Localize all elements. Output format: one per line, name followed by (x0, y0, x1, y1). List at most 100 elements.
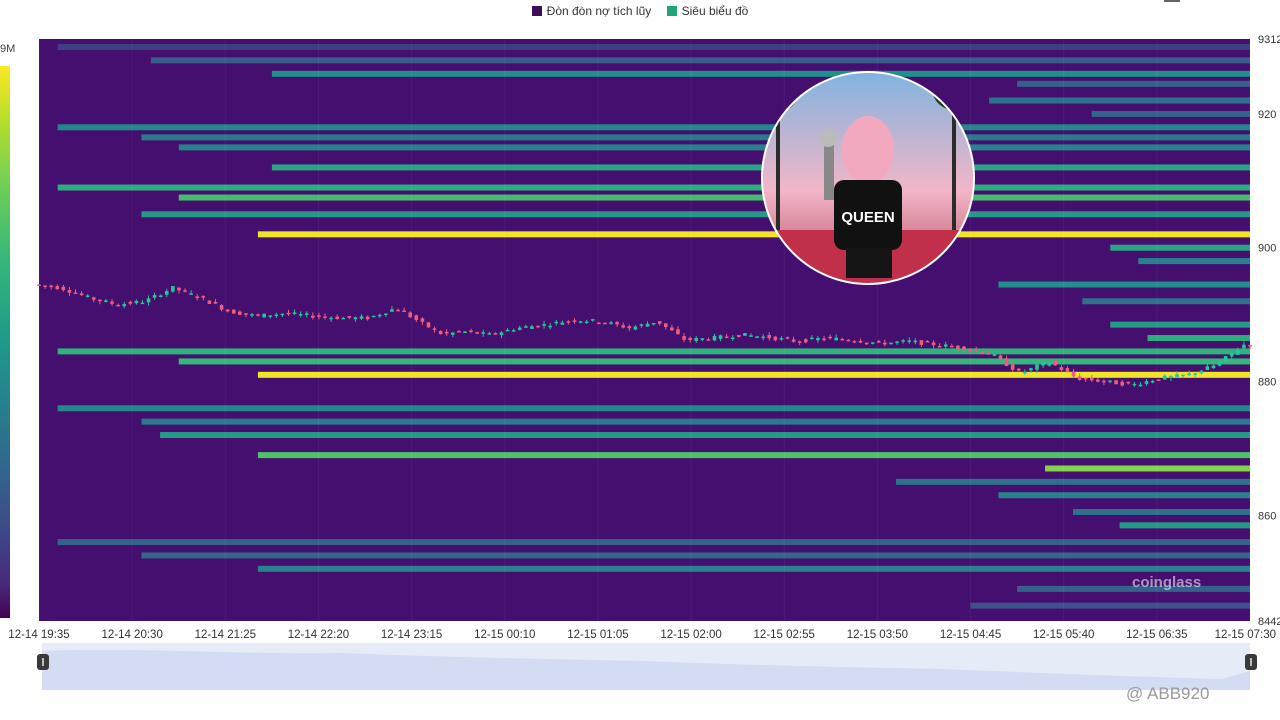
candle-body (353, 317, 358, 320)
legend-item-leverage[interactable]: Đòn đòn nợ tích lũy (531, 4, 652, 18)
liquidation-band (257, 452, 1251, 459)
candle-body (1144, 381, 1149, 384)
candle-body (377, 314, 382, 317)
candle-body (876, 341, 881, 343)
candle-body (104, 300, 108, 302)
candle-body (268, 315, 273, 317)
candle-body (61, 286, 66, 291)
candle-body (773, 336, 778, 341)
candle-body (98, 299, 102, 302)
candle-body (164, 291, 169, 295)
liquidation-band (178, 194, 1251, 201)
legend-label-leverage: Đòn đòn nợ tích lũy (546, 4, 652, 18)
candle-body (901, 340, 905, 342)
liquidation-band (257, 231, 1251, 238)
candle-body (158, 295, 163, 297)
candle-body (1004, 358, 1009, 366)
candle-body (651, 322, 656, 325)
liquidation-band (989, 97, 1250, 104)
candle-body (91, 297, 96, 300)
liquidation-band (1017, 80, 1250, 87)
candle-body (883, 342, 887, 345)
candle-body (627, 326, 632, 329)
candle-body (1156, 379, 1161, 381)
candle-body (511, 330, 516, 332)
candle-body (244, 313, 248, 315)
candle-body (286, 312, 291, 315)
liquidation-band (970, 602, 1250, 609)
candle-body (1175, 374, 1179, 377)
candle-body (128, 301, 133, 304)
candle-body (816, 338, 820, 341)
x-tick-label: 12-15 06:35 (1126, 629, 1187, 641)
candle-body (73, 292, 78, 294)
candle-body (335, 316, 339, 320)
candle-body (572, 320, 577, 322)
candle-body (615, 322, 619, 325)
x-tick-label: 12-14 19:35 (8, 629, 69, 641)
candle-body (347, 316, 352, 318)
candle-body (554, 321, 559, 324)
candle-body (475, 332, 479, 334)
liquidation-band (141, 552, 1250, 559)
candle-body (621, 325, 626, 328)
liquidation-band (57, 539, 1251, 546)
liquidation-band (57, 348, 1251, 355)
candle-body (280, 313, 285, 316)
candle-body (183, 290, 187, 292)
y-tick-label: 860 (1258, 510, 1276, 522)
candle-body (895, 341, 899, 344)
candle-body (195, 296, 200, 299)
candle-body (974, 349, 978, 351)
menu-indicator[interactable] (1164, 0, 1180, 2)
y-tick-label: 8442 (1258, 616, 1280, 628)
navigator-handle-right[interactable] (1245, 654, 1257, 670)
time-navigator[interactable] (42, 643, 1250, 690)
candle-body (110, 301, 114, 304)
liquidation-band (1147, 335, 1250, 342)
legend-swatch-green (666, 6, 677, 16)
candle-body (1071, 371, 1076, 377)
liquidation-band (257, 371, 1251, 378)
candle-body (171, 286, 175, 292)
coinglass-watermark: coinglass (1132, 574, 1202, 591)
candle-body (1108, 380, 1112, 382)
candle-body (700, 338, 705, 340)
navigator-handle-left[interactable] (37, 654, 49, 670)
x-tick-label: 12-15 02:55 (754, 629, 815, 641)
candle-body (1102, 380, 1106, 383)
candle-body (1187, 373, 1191, 376)
liquidation-band (178, 358, 1251, 365)
candle-body (925, 340, 930, 343)
chart-legend: Đòn đòn nợ tích lũy Siêu biểu đồ (0, 4, 1280, 19)
candle-body (231, 309, 236, 314)
candle-body (1138, 384, 1143, 387)
candle-body (822, 338, 826, 341)
candle-body (402, 310, 406, 313)
candle-body (858, 340, 863, 343)
x-axis: 12-14 19:35 12-14 20:30 12-14 21:25 12-14 2… (8, 629, 1276, 641)
candle-body (968, 349, 972, 352)
y-axis: 9312 920 900 880 860 8442 (1258, 34, 1280, 628)
candle-body (524, 326, 528, 328)
candle-body (207, 300, 212, 304)
candle-body (761, 336, 765, 339)
candle-body (201, 296, 206, 298)
svg-text:QUEEN: QUEEN (841, 209, 894, 226)
candle-body (706, 339, 711, 341)
liquidation-band (1045, 465, 1250, 472)
liquidation-heatmap[interactable]: 9312 920 900 880 860 8442 12-14 19:35 12-14 20… (0, 30, 1280, 645)
candle-body (493, 333, 498, 335)
legend-item-supercharts[interactable]: Siêu biểu đồ (666, 4, 748, 18)
candle-body (219, 305, 224, 310)
candle-body (712, 335, 717, 341)
liquidation-band (271, 164, 1250, 171)
candle-body (517, 327, 522, 330)
liquidation-band (150, 57, 1250, 64)
candle-body (420, 318, 425, 322)
candle-body (323, 316, 327, 318)
candle-body (864, 342, 869, 345)
candle-body (116, 304, 120, 307)
candle-body (67, 290, 72, 293)
candle-body (755, 336, 759, 338)
